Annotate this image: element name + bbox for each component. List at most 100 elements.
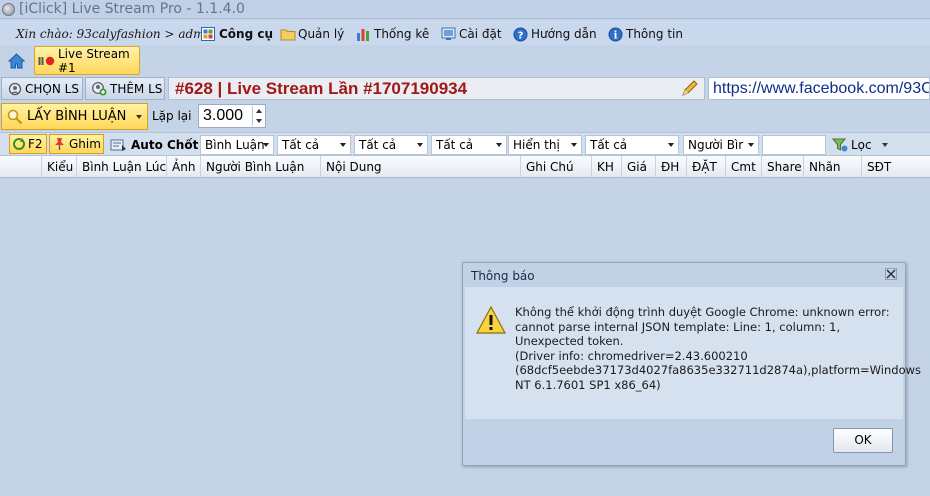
auto-close-icon: [110, 138, 127, 152]
filter-all-3[interactable]: Tất cả: [431, 135, 507, 155]
ok-button[interactable]: OK: [833, 428, 893, 453]
tools-grid-icon: [201, 26, 215, 41]
menu-manage-label: Quản lý: [298, 26, 345, 41]
info-icon: i: [608, 27, 623, 41]
tab-live-stream-1[interactable]: Live Stream #1: [34, 46, 140, 75]
menu-settings-label: Cài đặt: [459, 26, 502, 41]
f2-label: F2: [28, 137, 43, 151]
stream-status-icon: [38, 56, 55, 66]
filter-all-2-value: Tất cả: [359, 138, 397, 152]
col-note[interactable]: Ghi Chú: [520, 156, 591, 178]
svg-text:i: i: [614, 30, 618, 41]
menu-tools-label: Công cụ: [219, 26, 274, 41]
dialog-message: Không thể khởi động trình duyệt Google C…: [515, 305, 922, 392]
col-customer[interactable]: KH: [591, 156, 621, 178]
filter-label: Lọc: [851, 138, 872, 152]
app-icon: [2, 3, 15, 16]
col-commenter[interactable]: Người Bình Luận: [200, 156, 320, 178]
filter-button[interactable]: Lọc: [832, 136, 888, 154]
col-selector[interactable]: [0, 156, 41, 178]
chevron-down-icon: [748, 143, 754, 147]
message-dialog: Thông báo Không thể khởi động trình duyệ…: [462, 262, 922, 466]
close-icon[interactable]: [884, 268, 898, 282]
dialog-body: Không thể khởi động trình duyệt Google C…: [465, 287, 922, 419]
repeat-value: 3.000: [203, 107, 244, 124]
pin-icon: [53, 137, 66, 151]
warning-icon: [475, 305, 507, 335]
menu-settings[interactable]: Cài đặt: [441, 25, 502, 42]
menu-bar: Xin chào: 93calyfashion > admin Công cụ …: [0, 20, 930, 45]
repeat-interval-input[interactable]: 3.000: [198, 104, 266, 128]
choose-stream-label: CHỌN LS: [25, 81, 79, 96]
chevron-down-icon: [668, 143, 674, 147]
home-icon[interactable]: [7, 53, 26, 69]
folder-icon: [280, 27, 296, 41]
auto-close-button[interactable]: Auto Chốt: [110, 135, 198, 155]
add-stream-label: THÊM LS: [110, 81, 163, 96]
stream-url-field[interactable]: https://www.facebook.com/93C...: [708, 77, 930, 100]
col-booked[interactable]: ĐẶT: [686, 156, 725, 178]
spin-down-icon[interactable]: [252, 116, 264, 126]
col-content[interactable]: Nội Dung: [320, 156, 520, 178]
filter-display-value: Hiển thị: [513, 138, 560, 152]
edit-pencil-icon[interactable]: [680, 79, 700, 98]
pin-button[interactable]: Ghim: [49, 134, 104, 154]
window-title: [iClick] Live Stream Pro - 1.1.4.0: [19, 1, 245, 17]
filter-display[interactable]: Hiển thị: [508, 135, 582, 155]
chevron-down-icon: [571, 143, 577, 147]
filter-comment-type[interactable]: Bình Luận: [200, 135, 274, 155]
filter-comment-type-value: Bình Luận: [205, 138, 265, 152]
choose-stream-button[interactable]: CHỌN LS: [1, 77, 83, 100]
filter-search-input[interactable]: [762, 135, 826, 155]
filter-all-1[interactable]: Tất cả: [277, 135, 351, 155]
add-user-icon: [92, 81, 107, 96]
auto-close-label: Auto Chốt: [131, 138, 199, 152]
menu-help-label: Hướng dẫn: [531, 26, 597, 41]
col-image[interactable]: Ảnh: [166, 156, 200, 178]
pin-label: Ghim: [69, 137, 101, 151]
col-type[interactable]: Kiểu: [41, 156, 76, 178]
chevron-down-icon[interactable]: [136, 115, 142, 119]
f2-button[interactable]: F2: [9, 134, 47, 154]
menu-info[interactable]: i Thông tin: [608, 25, 683, 42]
col-order[interactable]: ĐH: [655, 156, 686, 178]
menu-help[interactable]: ? Hướng dẫn: [513, 25, 597, 42]
menu-manage[interactable]: Quản lý: [280, 25, 344, 42]
tab-live-label: Live Stream #1: [58, 46, 130, 75]
filter-all-4-value: Tất cả: [590, 138, 628, 152]
filter-all-3-value: Tất cả: [436, 138, 474, 152]
filter-all-4[interactable]: Tất cả: [585, 135, 679, 155]
filter-commenter[interactable]: Người Bìr: [683, 135, 759, 155]
col-cmt[interactable]: Cmt: [725, 156, 761, 178]
col-label[interactable]: Nhãn: [803, 156, 861, 178]
repeat-label: Lặp lại: [152, 109, 192, 123]
get-comments-label: LẤY BÌNH LUẬN: [27, 109, 127, 124]
get-comments-button[interactable]: LẤY BÌNH LUẬN: [1, 103, 148, 130]
menu-tools[interactable]: Công cụ: [201, 25, 273, 42]
chevron-down-icon: [417, 143, 423, 147]
stream-title: #628 | Live Stream Lần #1707190934: [168, 77, 705, 100]
col-price[interactable]: Giá: [621, 156, 655, 178]
greeting-label: Xin chào: 93calyfashion > admin: [16, 27, 217, 41]
title-bar: [iClick] Live Stream Pro - 1.1.4.0: [0, 0, 930, 19]
chevron-down-icon: [263, 143, 269, 147]
refresh-icon: [12, 137, 26, 151]
col-phone[interactable]: SĐT: [861, 156, 930, 178]
search-icon: [8, 82, 22, 96]
search-icon: [7, 109, 23, 125]
menu-stats-label: Thống kê: [374, 26, 430, 41]
dialog-title: Thông báo: [471, 269, 535, 283]
col-comment-time[interactable]: Bình Luận Lúc: [76, 156, 166, 178]
settings-icon: [441, 27, 456, 41]
svg-text:?: ?: [518, 30, 524, 41]
chevron-down-icon: [340, 143, 346, 147]
chevron-down-icon: [496, 143, 502, 147]
col-share[interactable]: Share: [761, 156, 803, 178]
chevron-down-icon: [881, 143, 888, 147]
menu-stats[interactable]: Thống kê: [356, 25, 429, 42]
spin-up-icon[interactable]: [252, 106, 264, 116]
bar-chart-icon: [356, 27, 370, 41]
filter-commenter-value: Người Bìr: [688, 138, 744, 152]
filter-all-2[interactable]: Tất cả: [354, 135, 428, 155]
add-stream-button[interactable]: THÊM LS: [85, 77, 165, 100]
